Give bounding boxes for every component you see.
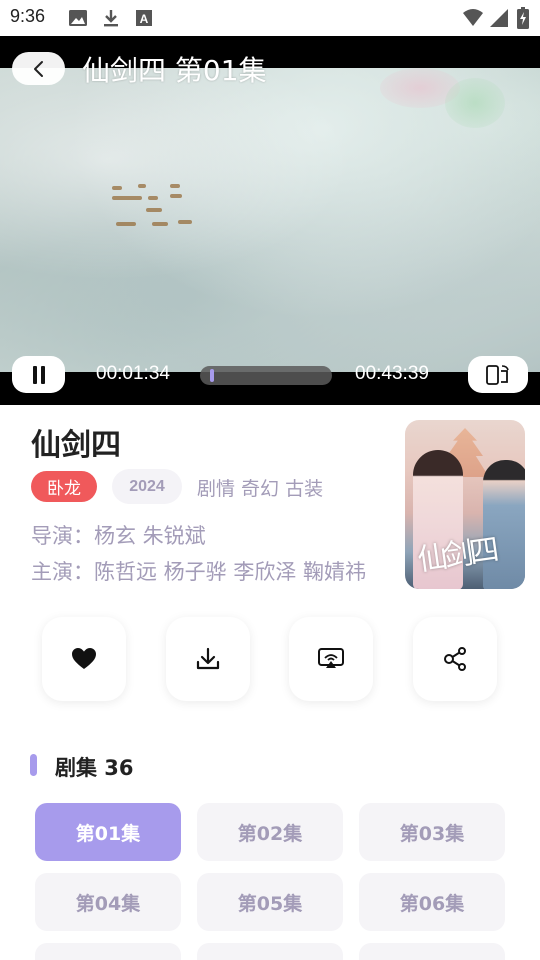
poster-image: 仙剑四 [405, 420, 525, 589]
status-time: 9:36 [10, 6, 46, 26]
share-icon [444, 647, 466, 671]
chevron-left-icon [33, 60, 43, 77]
svg-text:A: A [140, 12, 149, 26]
cast-line: 主演：陈哲远 杨子骅 李欣泽 鞠婧祎 [31, 560, 367, 584]
share-button[interactable] [413, 617, 497, 701]
progress-fill [210, 369, 214, 382]
battery-icon [517, 7, 529, 29]
episode-item[interactable]: 第01集 [35, 803, 181, 861]
video-glow [445, 78, 505, 128]
back-button[interactable] [12, 52, 65, 85]
genre-list: 剧情 奇幻 古装 [197, 478, 324, 500]
episode-item[interactable]: 第02集 [197, 803, 343, 861]
a-icon: A [135, 8, 153, 28]
current-time: 00:01:34 [96, 363, 170, 384]
year-badge: 2024 [112, 469, 182, 504]
rotate-screen-button[interactable] [468, 356, 528, 393]
episode-item[interactable]: 第04集 [35, 873, 181, 931]
episode-item[interactable]: 第06集 [359, 873, 505, 931]
pause-button[interactable] [12, 356, 65, 393]
screen-cast-icon [318, 648, 344, 668]
download-button[interactable] [166, 617, 250, 701]
episode-section-title: 剧集 36 [55, 756, 134, 780]
director-line: 导演：杨玄 朱锐斌 [31, 524, 206, 548]
cast-button[interactable] [289, 617, 373, 701]
episode-item[interactable] [197, 943, 343, 960]
status-bar: 9:36 A [0, 0, 540, 36]
signal-icon [489, 8, 509, 28]
total-time: 00:43:39 [355, 363, 429, 384]
section-marker [30, 754, 37, 776]
episode-item[interactable] [359, 943, 505, 960]
pause-icon [32, 365, 45, 384]
show-title: 仙剑四 [31, 428, 121, 463]
video-frame[interactable] [0, 68, 540, 372]
download-icon [101, 8, 121, 28]
player-title: 仙剑四 第01集 [82, 54, 267, 87]
image-icon [68, 8, 88, 28]
progress-slider[interactable] [200, 366, 332, 385]
video-credits [108, 176, 198, 236]
episode-item[interactable]: 第05集 [197, 873, 343, 931]
episode-item[interactable]: 第03集 [359, 803, 505, 861]
rotate-screen-icon [486, 364, 509, 385]
tag-badge: 卧龙 [31, 471, 97, 502]
download-icon [196, 647, 220, 670]
favorite-button[interactable] [42, 617, 126, 701]
video-player[interactable]: 仙剑四 第01集 00:01:34 00:43:39 [0, 36, 540, 405]
wifi-icon [462, 8, 484, 28]
episode-item[interactable] [35, 943, 181, 960]
heart-icon [72, 648, 96, 669]
